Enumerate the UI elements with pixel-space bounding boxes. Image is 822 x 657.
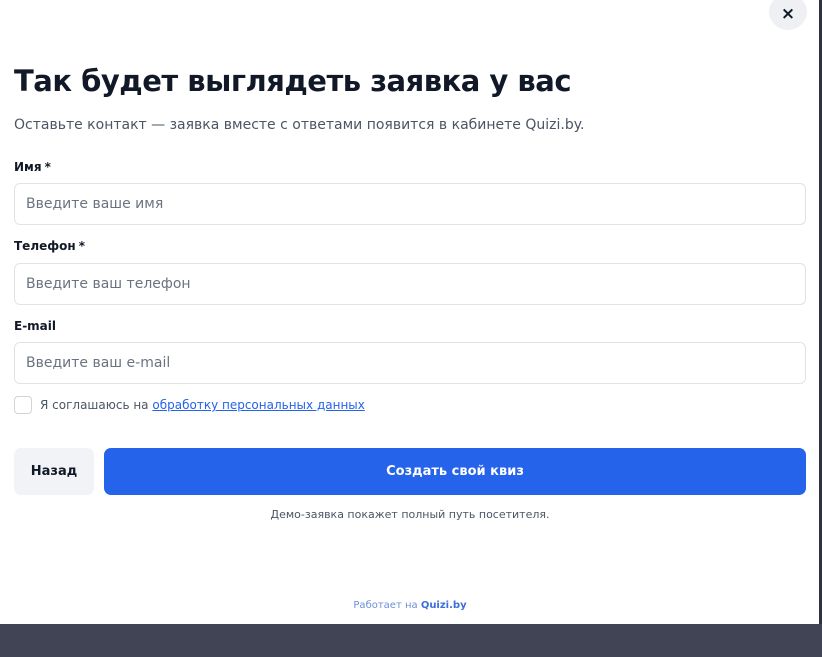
name-label-text: Имя (14, 160, 42, 174)
modal-subtitle: Оставьте контакт — заявка вместе с ответ… (14, 117, 585, 133)
back-button[interactable]: Назад (14, 448, 94, 495)
email-label-text: E-mail (14, 319, 57, 333)
consent-text: Я соглашаюсь на обработку персональных д… (40, 398, 365, 412)
modal-title: Так будет выглядеть заявка у вас (14, 64, 572, 98)
powered-by: Работает на Quizi.by (0, 600, 820, 611)
phone-label: Телефон * (14, 239, 85, 253)
quiz-lead-modal: × Так будет выглядеть заявка у вас Остав… (0, 0, 822, 657)
consent-row: Я соглашаюсь на обработку персональных д… (14, 396, 365, 414)
demo-note: Демо-заявка покажет полный путь посетите… (270, 508, 550, 521)
name-input[interactable] (14, 183, 806, 225)
privacy-policy-link[interactable]: обработку персональных данных (152, 398, 365, 412)
close-button[interactable]: × (769, 0, 807, 30)
required-mark: * (44, 160, 51, 174)
required-mark: * (78, 239, 85, 253)
phone-label-text: Телефон (14, 239, 76, 253)
phone-input[interactable] (14, 263, 806, 305)
consent-checkbox[interactable] (14, 396, 32, 414)
powered-prefix: Работает на (353, 600, 418, 611)
consent-prefix: Я соглашаюсь на (40, 398, 149, 412)
powered-brand-link[interactable]: Quizi.by (421, 600, 467, 611)
name-label: Имя * (14, 160, 51, 174)
close-icon: × (780, 4, 796, 24)
email-input[interactable] (14, 342, 806, 384)
create-quiz-button[interactable]: Создать свой квиз (104, 448, 806, 495)
background-footer-band (0, 624, 822, 657)
email-label: E-mail (14, 319, 56, 333)
